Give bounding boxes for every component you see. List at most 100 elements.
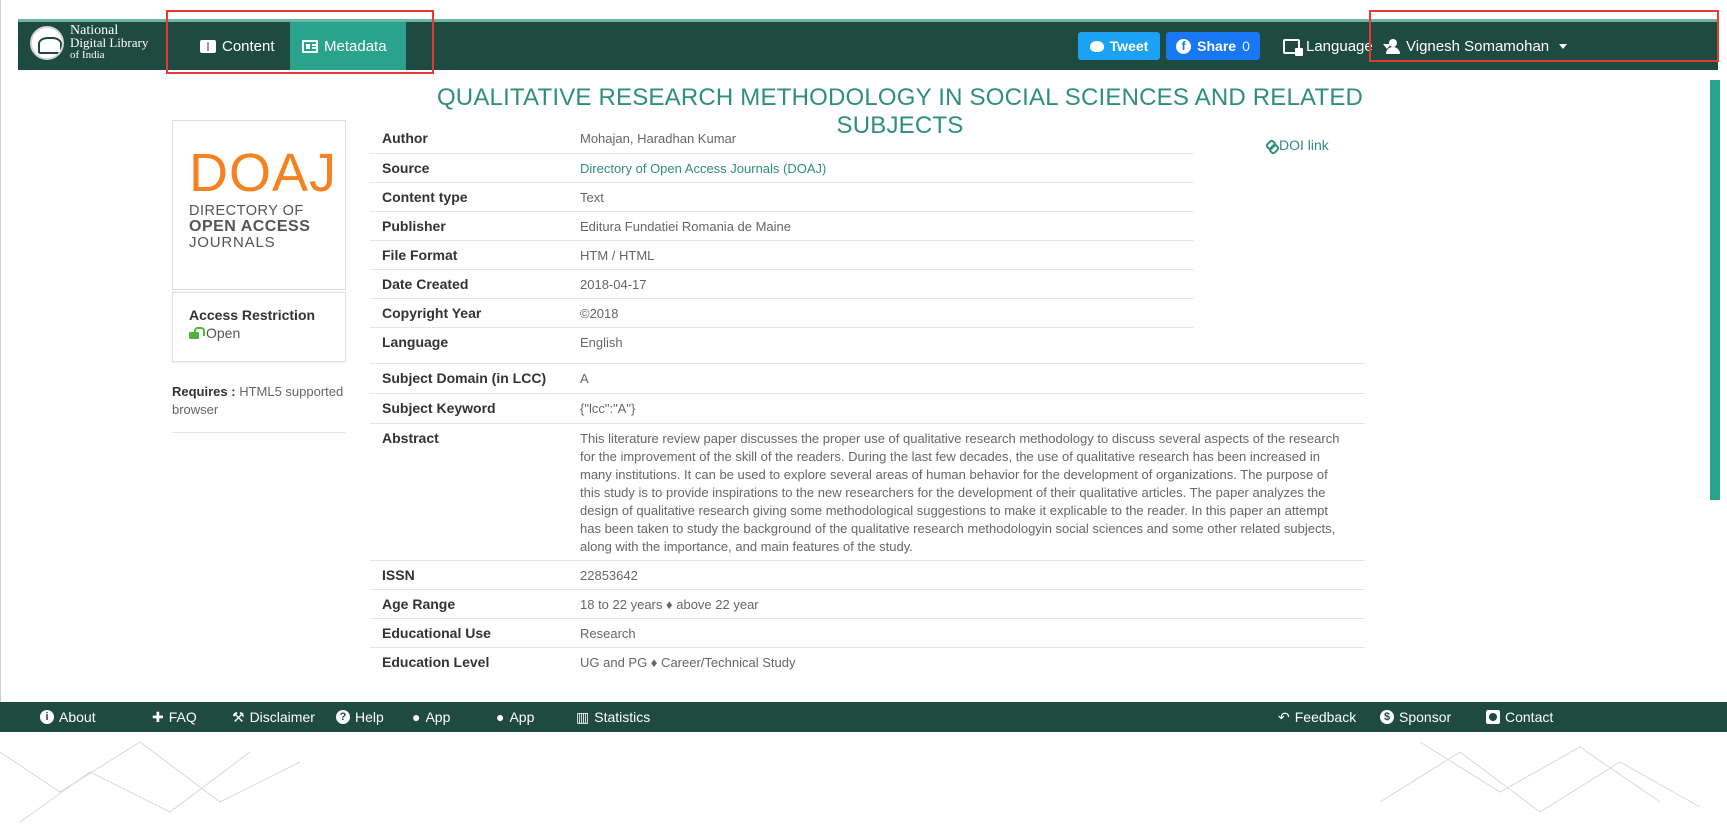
metadata-value: ©2018	[580, 306, 619, 321]
brand-name: National Digital Library of India	[70, 24, 149, 62]
abstract-text: This literature review paper discusses t…	[580, 431, 1340, 554]
footer-faq-link[interactable]: ✚ FAQ	[152, 702, 197, 732]
footer-contact-link[interactable]: Contact	[1486, 702, 1553, 732]
footer-sponsor-link[interactable]: $ Sponsor	[1380, 702, 1451, 732]
tweet-button[interactable]: Tweet	[1078, 32, 1160, 60]
cover-line-2: OPEN ACCESS	[189, 218, 311, 235]
share-count: 0	[1242, 38, 1250, 54]
user-icon	[1386, 38, 1400, 54]
top-navbar: National Digital Library of India Conten…	[18, 19, 1718, 70]
table-row: Date Created 2018-04-17	[370, 269, 1194, 298]
cover-line-1: DIRECTORY OF	[189, 203, 304, 219]
footer-about-link[interactable]: i About	[40, 702, 96, 732]
metadata-value: English	[580, 335, 623, 350]
chevron-down-icon	[1559, 43, 1568, 49]
footer-sponsor-label: Sponsor	[1399, 709, 1452, 725]
footer-feedback-label: Feedback	[1294, 709, 1357, 725]
table-row: Subject Domain (in LCC) A	[370, 363, 1365, 393]
language-dropdown[interactable]: Language	[1283, 22, 1391, 70]
metadata-value: HTM / HTML	[580, 248, 655, 263]
user-name: Vignesh Somamohan	[1406, 37, 1550, 55]
metadata-value: 18 to 22 years ♦ above 22 year	[580, 597, 759, 612]
apple-icon: ●	[496, 709, 505, 725]
language-icon	[1283, 38, 1303, 56]
table-row: File Format HTM / HTML	[370, 240, 1194, 269]
cover-line-3: JOURNALS	[189, 234, 276, 251]
metadata-key: Subject Keyword	[382, 400, 496, 416]
table-row: Age Range 18 to 22 years ♦ above 22 year	[370, 589, 1365, 618]
metadata-key: Date Created	[382, 276, 469, 292]
scrollbar-thumb[interactable]	[1710, 80, 1720, 500]
table-row: Subject Keyword {"lcc":"A"}	[370, 393, 1365, 423]
table-row: Language English	[370, 327, 1194, 356]
footer-faq-label: FAQ	[168, 709, 197, 725]
metadata-value: Text	[580, 190, 604, 205]
tab-metadata-label: Metadata	[324, 37, 387, 55]
decorative-network-pattern	[0, 741, 1701, 823]
footer-bar: i About ✚ FAQ ⚒ Disclaimer ? Help ● App …	[0, 702, 1727, 732]
feedback-icon: ↶	[1278, 709, 1290, 725]
brand-line-3: of India	[70, 49, 105, 61]
footer-feedback-link[interactable]: ↶ Feedback	[1278, 702, 1356, 732]
footer-disclaimer-label: Disclaimer	[249, 709, 315, 725]
footer-disclaimer-link[interactable]: ⚒ Disclaimer	[232, 702, 315, 732]
table-row: Source Directory of Open Access Journals…	[370, 153, 1194, 182]
source-link[interactable]: Directory of Open Access Journals (DOAJ)	[568, 154, 1194, 182]
footer-android-app-link[interactable]: ● App	[412, 702, 450, 732]
facebook-share-button[interactable]: f Share 0	[1166, 32, 1260, 60]
faq-icon: ✚	[152, 709, 164, 725]
metadata-table: Author Mohajan, Haradhan Kumar Source Di…	[370, 124, 1365, 676]
requires-label: Requires :	[172, 384, 236, 399]
language-label: Language	[1306, 37, 1373, 55]
info-icon: i	[40, 710, 54, 724]
metadata-value: 2018-04-17	[580, 277, 647, 292]
metadata-key: File Format	[382, 247, 458, 263]
android-icon: ●	[412, 709, 421, 725]
facebook-icon: f	[1176, 38, 1192, 54]
footer-help-label: Help	[355, 709, 384, 725]
metadata-value: {"lcc":"A"}	[580, 401, 636, 416]
footer-contact-label: Contact	[1505, 709, 1554, 725]
metadata-value: 22853642	[580, 568, 638, 583]
share-label: Share	[1197, 38, 1237, 54]
tab-metadata[interactable]: Metadata	[290, 22, 406, 70]
access-restriction-value: Open	[189, 325, 345, 341]
access-restriction-panel: Access Restriction Open	[172, 292, 346, 362]
metadata-value: Mohajan, Haradhan Kumar	[580, 131, 737, 146]
bar-chart-icon: ▥	[576, 709, 590, 725]
decorative-background	[0, 732, 1727, 826]
footer-statistics-label: Statistics	[594, 709, 651, 725]
metadata-key: ISSN	[382, 567, 415, 583]
tab-content[interactable]: Content	[188, 22, 287, 70]
footer-statistics-link[interactable]: ▥ Statistics	[576, 702, 650, 732]
access-value-text: Open	[206, 325, 241, 341]
gavel-icon: ⚒	[232, 709, 245, 725]
brand-line-2: Digital Library	[70, 35, 149, 50]
metadata-value: Research	[580, 626, 636, 641]
table-row: Educational Use Research	[370, 618, 1365, 647]
metadata-key: Abstract	[382, 430, 439, 446]
metadata-key: Source	[382, 160, 430, 176]
metadata-key: Education Level	[382, 654, 490, 670]
footer-ios-app-label: App	[509, 709, 535, 725]
metadata-key: Content type	[382, 189, 468, 205]
footer-about-label: About	[59, 709, 96, 725]
tab-content-label: Content	[222, 37, 275, 55]
metadata-key: Author	[382, 130, 428, 146]
table-row: Publisher Editura Fundatiei Romania de M…	[370, 211, 1194, 240]
table-row: Education Level UG and PG ♦ Career/Techn…	[370, 647, 1365, 676]
book-icon	[200, 39, 216, 53]
metadata-key: Copyright Year	[382, 305, 482, 321]
brand-logo-link[interactable]: National Digital Library of India	[30, 24, 149, 62]
unlock-icon	[189, 327, 205, 339]
footer-help-link[interactable]: ? Help	[336, 702, 384, 732]
metadata-key: Age Range	[382, 596, 456, 612]
sponsor-icon: $	[1380, 710, 1394, 724]
footer-ios-app-link[interactable]: ● App	[496, 702, 534, 732]
contact-icon	[1486, 710, 1500, 724]
user-menu[interactable]: Vignesh Somamohan	[1386, 22, 1568, 70]
metadata-key: Publisher	[382, 218, 446, 234]
table-row: Author Mohajan, Haradhan Kumar	[370, 124, 1194, 153]
access-restriction-title: Access Restriction	[189, 307, 316, 323]
table-row: Abstract This literature review paper di…	[370, 423, 1365, 560]
